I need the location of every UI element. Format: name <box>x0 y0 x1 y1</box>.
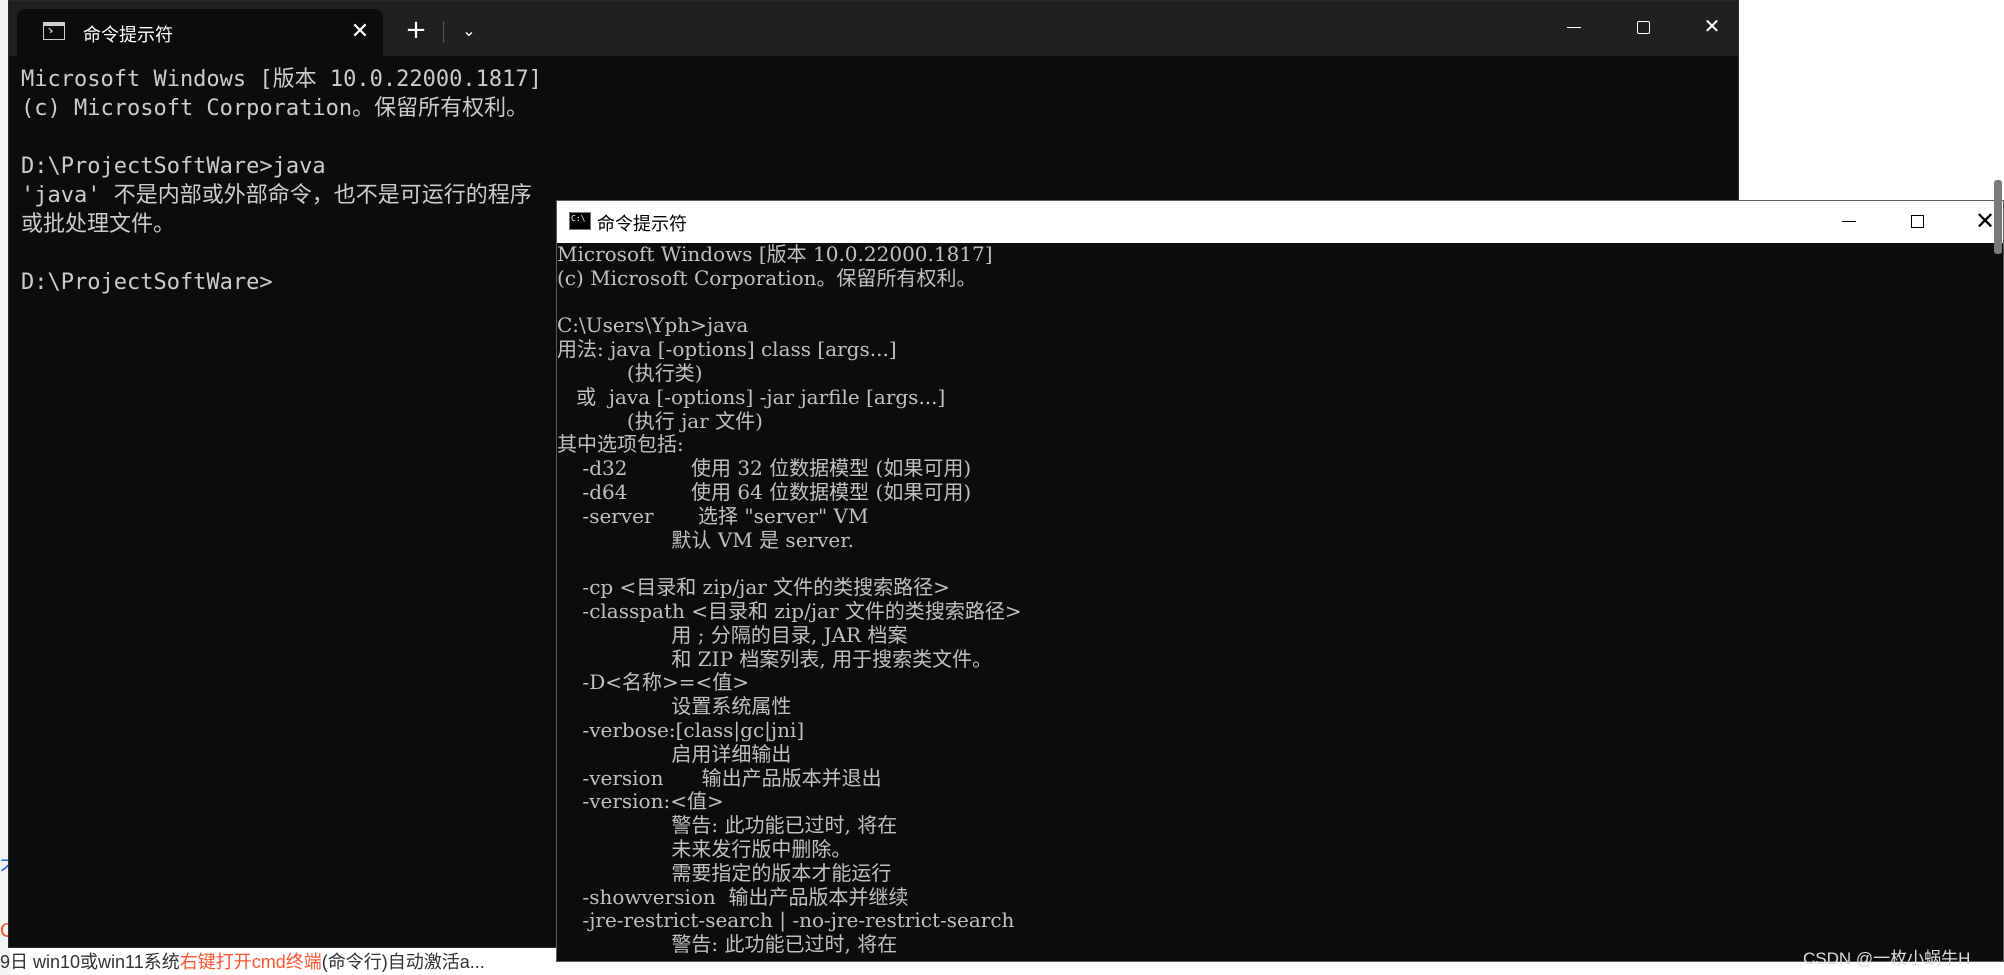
cmd-line: -cp <目录和 zip/jar 文件的类搜索路径> <box>557 575 950 600</box>
cmd-line: 启用详细输出 <box>557 741 792 766</box>
terminal-tab[interactable]: 命令提示符 ✕ <box>17 9 383 56</box>
maximize-icon <box>1636 21 1650 34</box>
cmd-line: -D<名称>=<值> <box>557 670 750 695</box>
close-button[interactable]: ✕ <box>1679 1 1745 53</box>
footer-title-highlight: 右键打开cmd终端 <box>179 952 322 972</box>
maximize-icon <box>1910 215 1924 228</box>
cmd-line: 用 ; 分隔的目录, JAR 档案 <box>557 622 908 647</box>
close-icon: ✕ <box>1703 14 1721 38</box>
new-tab-button[interactable]: + <box>401 15 431 45</box>
terminal-titlebar[interactable]: 命令提示符 ✕ + ⌄ ✕ <box>9 1 1738 56</box>
cmd-line: 或 java [-options] -jar jarfile [args...] <box>557 384 946 409</box>
command-prompt-icon <box>43 22 65 40</box>
cmd-line: 其中选项包括: <box>557 432 684 457</box>
cmd-line: -d32 使用 32 位数据模型 (如果可用) <box>557 456 972 481</box>
minimize-button[interactable] <box>1541 1 1607 53</box>
page-scrollbar-thumb[interactable] <box>1994 180 2002 254</box>
cmd-line: -d64 使用 64 位数据模型 (如果可用) <box>557 479 972 504</box>
cmd-line: (执行类) <box>557 360 703 385</box>
cmd-line: C:\Users\Yph>java <box>557 313 749 338</box>
tab-close-icon[interactable]: ✕ <box>347 19 373 45</box>
maximize-button[interactable] <box>1610 1 1676 53</box>
cmd-line: 设置系统属性 <box>557 694 792 719</box>
cmd-line: 用法: java [-options] class [args...] <box>557 337 897 362</box>
cmd-line: 未来发行版中删除。 <box>557 836 852 861</box>
chevron-down-icon[interactable]: ⌄ <box>457 19 481 43</box>
cmd-line: Microsoft Windows [版本 10.0.22000.1817] <box>557 243 993 266</box>
cmd-line: -classpath <目录和 zip/jar 文件的类搜索路径> <box>557 598 1022 623</box>
cmd-line: 警告: 此功能已过时, 将在 <box>557 932 898 957</box>
cmd-line: -version 输出产品版本并退出 <box>557 765 882 790</box>
terminal-line: Microsoft Windows [版本 10.0.22000.1817] <box>21 67 542 92</box>
cmd-line: 默认 VM 是 server. <box>557 527 854 552</box>
footer-title-plain: win10或win11系统 <box>33 952 180 972</box>
cmd-window: 命令提示符 ✕ Microsoft Windows [版本 10.0.22000… <box>556 200 2004 962</box>
cmd-app-icon <box>569 212 591 230</box>
cmd-line: -server 选择 "server" VM <box>557 503 869 528</box>
cmd-maximize-button[interactable] <box>1883 201 1951 243</box>
tab-separator <box>443 21 444 43</box>
cmd-line: (执行 jar 文件) <box>557 408 763 433</box>
close-icon: ✕ <box>1974 207 1996 235</box>
terminal-line: D:\ProjectSoftWare>java <box>21 154 326 179</box>
cmd-line: (c) Microsoft Corporation。保留所有权利。 <box>557 265 977 290</box>
cmd-line: -verbose:[class|gc|jni] <box>557 717 805 742</box>
cmd-line: 和 ZIP 档案列表, 用于搜索类文件。 <box>557 646 993 671</box>
cmd-line: 警告: 此功能已过时, 将在 <box>557 813 898 838</box>
minimize-icon <box>1567 26 1581 29</box>
cmd-line <box>557 291 2003 315</box>
cmd-line: 需要指定的版本才能运行 <box>557 860 892 885</box>
minimize-icon <box>1842 220 1856 223</box>
cmd-line <box>557 552 2003 576</box>
cmd-line: -jre-restrict-search | -no-jre-restrict-… <box>557 908 1015 933</box>
footer-title-suffix: (命令行)自动激活a... <box>321 952 485 972</box>
footer-date: 9日 <box>0 952 34 972</box>
terminal-line: (c) Microsoft Corporation。保留所有权利。 <box>21 96 529 121</box>
cmd-minimize-button[interactable] <box>1815 201 1883 243</box>
terminal-tab-title: 命令提示符 <box>83 25 173 46</box>
cmd-titlebar[interactable]: 命令提示符 ✕ <box>557 201 2003 243</box>
cmd-line: -showversion 输出产品版本并继续 <box>557 884 909 909</box>
cmd-window-title: 命令提示符 <box>597 214 687 235</box>
cmd-output[interactable]: Microsoft Windows [版本 10.0.22000.1817] (c… <box>557 243 2003 961</box>
cmd-line: -version:<值> <box>557 789 724 814</box>
csdn-watermark: CSDN @一枚小蜗牛H <box>1803 949 1971 968</box>
